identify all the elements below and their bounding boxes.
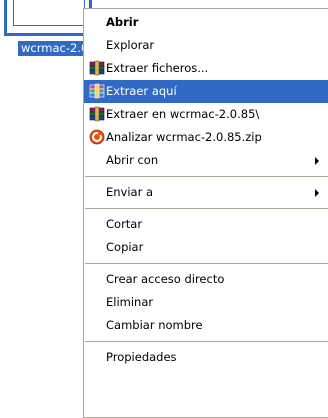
menu-item-delete[interactable]: Eliminar xyxy=(84,291,328,314)
file-name-label[interactable]: wcrmac-2.0.85.zip xyxy=(18,41,90,56)
menu-item-cut-label: Cortar xyxy=(106,217,143,231)
menu-item-properties-label: Propiedades xyxy=(106,350,177,364)
menu-item-rename[interactable]: Cambiar nombre xyxy=(84,314,328,337)
blank-icon xyxy=(89,317,105,333)
menu-item-create-shortcut[interactable]: Crear acceso directo xyxy=(84,268,328,291)
menu-item-extract-files-label: Extraer ficheros... xyxy=(106,61,209,75)
winrar-archive-icon xyxy=(89,83,105,99)
menu-item-extract-files[interactable]: Extraer ficheros... xyxy=(84,57,328,80)
blank-icon xyxy=(89,152,105,168)
submenu-arrow-icon xyxy=(315,189,319,197)
menu-item-analyze-label: Analizar wcrmac-2.0.85.zip xyxy=(106,130,262,144)
blank-icon xyxy=(89,14,105,30)
menu-separator xyxy=(85,208,328,209)
menu-item-open[interactable]: Abrir xyxy=(84,11,328,34)
winrar-archive-icon xyxy=(89,60,105,76)
winrar-archive-icon xyxy=(89,106,105,122)
menu-item-send-to-label: Enviar a xyxy=(106,185,154,199)
zip-file-icon-body xyxy=(13,0,85,26)
zip-file-icon[interactable] xyxy=(4,0,92,36)
menu-item-explore[interactable]: Explorar xyxy=(84,34,328,57)
context-menu: Abrir Explorar Extraer ficheros... Extra… xyxy=(83,8,328,418)
menu-item-open-label: Abrir xyxy=(106,15,139,29)
menu-separator xyxy=(85,341,328,342)
menu-item-properties[interactable]: Propiedades xyxy=(84,346,328,369)
blank-icon xyxy=(89,349,105,365)
desktop: wcrmac-2.0.85.zip Abrir Explorar Extraer… xyxy=(0,0,328,418)
blank-icon xyxy=(89,216,105,232)
menu-item-open-with-label: Abrir con xyxy=(106,153,159,167)
blank-icon xyxy=(89,271,105,287)
menu-item-explore-label: Explorar xyxy=(106,38,155,52)
menu-item-cut[interactable]: Cortar xyxy=(84,213,328,236)
menu-item-open-with[interactable]: Abrir con xyxy=(84,149,328,172)
menu-item-extract-to-label: Extraer en wcrmac-2.0.85\ xyxy=(106,107,260,121)
menu-item-copy[interactable]: Copiar xyxy=(84,236,328,259)
menu-item-extract-to[interactable]: Extraer en wcrmac-2.0.85\ xyxy=(84,103,328,126)
menu-item-delete-label: Eliminar xyxy=(106,295,154,309)
menu-item-rename-label: Cambiar nombre xyxy=(106,318,203,332)
menu-item-copy-label: Copiar xyxy=(106,240,144,254)
blank-icon xyxy=(89,184,105,200)
menu-item-extract-here-label: Extraer aquí xyxy=(106,84,177,98)
menu-item-analyze[interactable]: Analizar wcrmac-2.0.85.zip xyxy=(84,126,328,149)
menu-item-create-shortcut-label: Crear acceso directo xyxy=(106,272,225,286)
blank-icon xyxy=(89,294,105,310)
menu-item-extract-here[interactable]: Extraer aquí xyxy=(84,80,328,103)
blank-icon xyxy=(89,239,105,255)
menu-separator xyxy=(85,176,328,177)
menu-item-send-to[interactable]: Enviar a xyxy=(84,181,328,204)
blank-icon xyxy=(89,37,105,53)
antivirus-scan-icon xyxy=(89,129,105,145)
menu-separator xyxy=(85,263,328,264)
submenu-arrow-icon xyxy=(315,157,319,165)
